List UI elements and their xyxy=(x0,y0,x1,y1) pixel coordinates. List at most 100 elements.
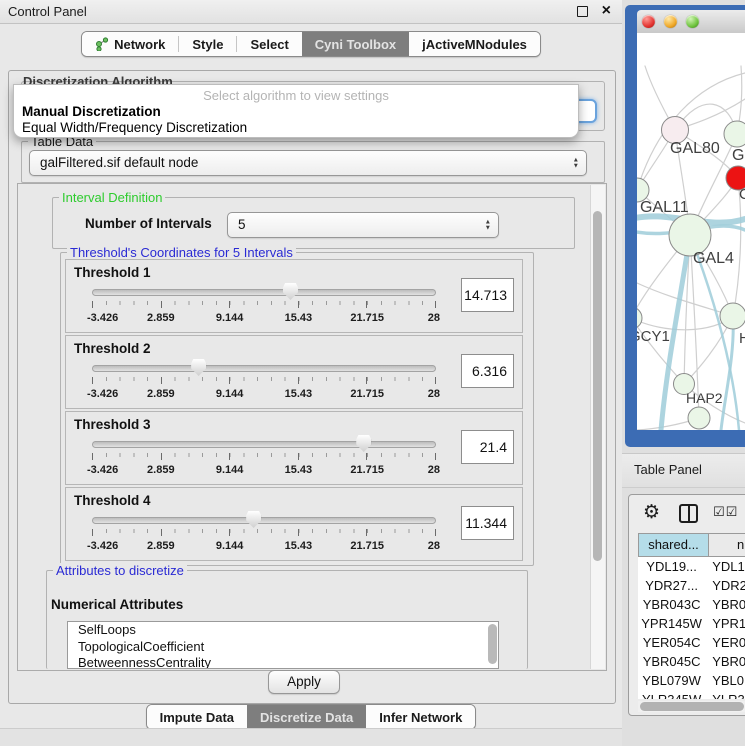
slider-scale: -3.4262.8599.14415.4321.71528 xyxy=(92,388,436,402)
threshold-2-value-field[interactable] xyxy=(461,354,514,388)
algorithm-dropdown-hint: Select algorithm to view settings xyxy=(14,88,578,103)
scrollbar-thumb[interactable] xyxy=(593,211,602,561)
thresholds-group-title: Threshold's Coordinates for 5 Intervals xyxy=(67,245,296,260)
panel-title: Control Panel xyxy=(8,0,87,23)
combo-spinner-icon: ▲▼ xyxy=(485,220,491,231)
column-header-shared-name[interactable]: shared... xyxy=(638,533,709,557)
network-icon xyxy=(95,37,109,51)
threshold-4-panel: Threshold 4 -3.4262.8599.14415.4321.7152… xyxy=(65,487,523,561)
interval-definition-group-title: Interval Definition xyxy=(59,190,165,205)
node-label-gal80: GAL80 xyxy=(670,140,720,157)
threshold-3-slider[interactable]: -3.4262.8599.14415.4321.71528 xyxy=(92,434,436,480)
algorithm-dropdown-popup: Select algorithm to view settings Manual… xyxy=(13,84,579,138)
threshold-2-slider[interactable]: -3.4262.8599.14415.4321.71528 xyxy=(92,358,436,404)
slider-track xyxy=(92,365,436,372)
gear-icon[interactable]: ⚙ xyxy=(643,501,660,524)
cyni-toolbox-panel: Discretization Algorithm Table Data galF… xyxy=(8,70,616,704)
threshold-3-value-field[interactable] xyxy=(461,430,514,464)
slider-thumb[interactable] xyxy=(246,511,261,528)
table-data-group: Table Data galFiltered.sif default node … xyxy=(21,141,605,183)
table-body[interactable]: YDL19...YDL1 YDR27...YDR2 YBR043CYBR0 YP… xyxy=(638,557,745,699)
table-row[interactable]: YDR27...YDR2 xyxy=(638,576,745,595)
slider-major-ticks xyxy=(92,301,436,308)
table-panel-titlebar: Table Panel xyxy=(622,453,745,488)
numerical-attributes-list[interactable]: SelfLoops TopologicalCoefficient Between… xyxy=(67,621,499,669)
table-horizontal-scrollbar[interactable] xyxy=(638,701,745,712)
tab-infer-network[interactable]: Infer Network xyxy=(366,705,475,729)
panel-footer xyxy=(0,728,622,746)
network-node[interactable] xyxy=(688,407,710,429)
tab-impute-data[interactable]: Impute Data xyxy=(147,705,247,729)
node-label-partial: H xyxy=(739,330,745,347)
network-canvas[interactable]: GAL80 G. GAL11 GAL4 GCY1 H HAP2 C xyxy=(637,33,745,430)
threshold-4-value-field[interactable] xyxy=(461,506,514,540)
network-window-titlebar[interactable] xyxy=(637,10,745,34)
slider-thumb[interactable] xyxy=(191,359,206,376)
settings-scrollbar[interactable] xyxy=(590,185,605,669)
apply-button[interactable]: Apply xyxy=(268,670,340,694)
algorithm-option-manual[interactable]: Manual Discretization xyxy=(22,104,161,119)
list-scrollbar[interactable] xyxy=(488,624,497,664)
list-item[interactable]: BetweennessCentrality xyxy=(68,655,498,669)
node-label-partial: G. xyxy=(732,147,745,164)
table-panel-title: Table Panel xyxy=(634,454,702,486)
float-window-icon[interactable] xyxy=(577,6,588,17)
node-label-partial: C xyxy=(739,186,745,203)
slider-scale: -3.4262.8599.14415.4321.71528 xyxy=(92,464,436,478)
network-node-gcy1[interactable] xyxy=(637,307,642,329)
node-label-hap2: HAP2 xyxy=(686,390,723,406)
interval-definition-group: Interval Definition Number of Intervals … xyxy=(52,197,575,249)
close-traffic-light-icon[interactable] xyxy=(642,15,655,28)
algorithm-option-equal-width[interactable]: Equal Width/Frequency Discretization xyxy=(22,120,247,135)
threshold-2-label: Threshold 2 xyxy=(74,341,151,356)
zoom-traffic-light-icon[interactable] xyxy=(686,15,699,28)
threshold-1-slider[interactable]: -3.4262.8599.14415.4321.71528 xyxy=(92,282,436,328)
table-row[interactable]: YPR145WYPR1 xyxy=(638,614,745,633)
node-label-gcy1: GCY1 xyxy=(637,328,670,345)
list-item[interactable]: SelfLoops xyxy=(68,622,498,639)
number-of-intervals-combobox[interactable]: 5 ▲▼ xyxy=(227,212,499,238)
slider-thumb[interactable] xyxy=(283,283,298,300)
attributes-group: Attributes to discretize Numerical Attri… xyxy=(46,570,528,669)
list-item[interactable]: TopologicalCoefficient xyxy=(68,639,498,656)
number-of-intervals-value: 5 xyxy=(238,213,246,236)
threshold-1-label: Threshold 1 xyxy=(74,265,151,280)
combo-spinner-icon: ▲▼ xyxy=(573,158,579,169)
tab-discretize-data[interactable]: Discretize Data xyxy=(247,705,366,729)
threshold-3-label: Threshold 3 xyxy=(74,417,151,432)
node-label-gal11: GAL11 xyxy=(640,199,689,216)
slider-track xyxy=(92,289,436,296)
table-row[interactable]: YBR045CYBR0 xyxy=(638,652,745,671)
table-panel: ⚙ ☑☑ shared... n YDL19...YDL1 YDR27...YD… xyxy=(628,494,745,716)
table-row[interactable]: YER054CYER0 xyxy=(638,633,745,652)
column-checkbox-icons[interactable]: ☑☑ xyxy=(713,504,738,520)
network-edge xyxy=(637,283,733,316)
tab-select[interactable]: Select xyxy=(237,32,301,56)
network-node[interactable] xyxy=(720,303,745,329)
column-header-name[interactable]: n xyxy=(709,533,745,557)
settings-scroll-panel: Interval Definition Number of Intervals … xyxy=(17,183,607,671)
tab-style[interactable]: Style xyxy=(179,32,236,56)
table-data-combobox-value: galFiltered.sif default node xyxy=(40,151,198,174)
table-row[interactable]: YLR345WYLR3 xyxy=(638,690,745,699)
tab-jactivemnodules[interactable]: jActiveMNodules xyxy=(409,32,540,56)
slider-major-ticks xyxy=(92,529,436,536)
split-panel-icon[interactable] xyxy=(679,504,698,523)
network-node[interactable] xyxy=(724,121,745,147)
attributes-group-title: Attributes to discretize xyxy=(53,563,187,578)
cyni-bottom-tabbar: Impute Data Discretize Data Infer Networ… xyxy=(0,704,622,730)
scrollbar-thumb[interactable] xyxy=(640,702,744,711)
minimize-traffic-light-icon[interactable] xyxy=(664,15,677,28)
table-row[interactable]: YBR043CYBR0 xyxy=(638,595,745,614)
tab-network[interactable]: Network xyxy=(82,32,178,56)
table-row[interactable]: YBL079WYBL0 xyxy=(638,671,745,690)
tab-cyni-toolbox[interactable]: Cyni Toolbox xyxy=(302,32,409,56)
close-icon[interactable]: × xyxy=(602,0,611,22)
threshold-4-slider[interactable]: -3.4262.8599.14415.4321.71528 xyxy=(92,510,436,556)
table-data-combobox[interactable]: galFiltered.sif default node ▲▼ xyxy=(29,150,587,176)
slider-thumb[interactable] xyxy=(356,435,371,452)
slider-scale: -3.4262.8599.14415.4321.71528 xyxy=(92,312,436,326)
numerical-attributes-label: Numerical Attributes xyxy=(51,597,183,612)
table-row[interactable]: YDL19...YDL1 xyxy=(638,557,745,576)
threshold-1-value-field[interactable] xyxy=(461,278,514,312)
